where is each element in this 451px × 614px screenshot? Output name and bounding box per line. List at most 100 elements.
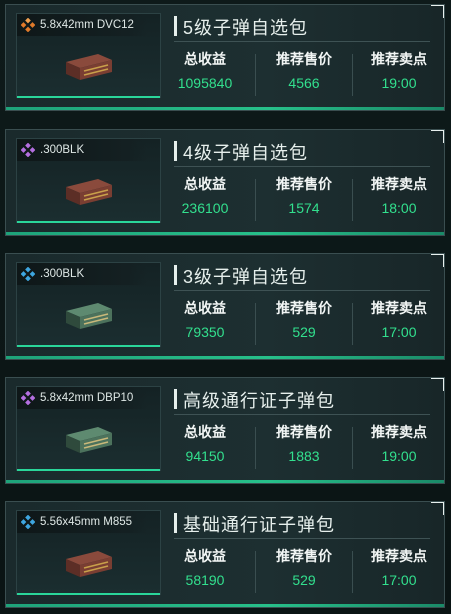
total-profit-label: 总收益 xyxy=(184,424,226,440)
recommended-price-label: 推荐售价 xyxy=(276,548,332,564)
corner-bracket xyxy=(431,5,444,18)
recommended-sell-point-value: 19:00 xyxy=(381,75,417,91)
corner-bracket xyxy=(431,130,444,143)
title-accent-bar xyxy=(174,389,177,409)
total-profit-label: 总收益 xyxy=(184,51,226,67)
recommended-sell-point-stat: 推荐卖点 19:00 xyxy=(353,49,444,91)
purple-rarity-icon xyxy=(21,391,35,405)
recommended-price-stat: 推荐售价 529 xyxy=(258,546,350,588)
gold-rarity-icon xyxy=(21,18,35,32)
title-divider xyxy=(174,41,430,42)
total-profit-value: 79350 xyxy=(185,324,225,340)
corner-bracket xyxy=(431,502,444,515)
pack-title: 基础通行证子弹包 xyxy=(183,515,335,535)
total-profit-stat: 总收益 79350 xyxy=(159,298,251,340)
title-divider xyxy=(174,290,430,291)
stat-separator xyxy=(255,551,256,593)
recommended-price-label: 推荐售价 xyxy=(276,176,332,192)
title-divider xyxy=(174,414,430,415)
recommended-price-stat: 推荐售价 529 xyxy=(258,298,350,340)
recommended-sell-point-label: 推荐卖点 xyxy=(371,300,427,316)
recommended-sell-point-value: 17:00 xyxy=(381,324,417,340)
total-profit-value: 94150 xyxy=(185,448,225,464)
pack-title: 高级通行证子弹包 xyxy=(183,391,335,411)
recommended-sell-point-label: 推荐卖点 xyxy=(371,424,427,440)
ammo-box-icon xyxy=(66,179,112,205)
caliber-tag: 5.56x45mm M855 xyxy=(17,511,147,533)
ammo-pack-card[interactable]: .300BLK 3级子弹自选包 总收益 79350 推荐售价 529 推荐卖点 … xyxy=(5,253,445,360)
recommended-price-value: 4566 xyxy=(288,75,320,91)
ammo-pack-card[interactable]: .300BLK 4级子弹自选包 总收益 236100 推荐售价 1574 推荐卖… xyxy=(5,129,445,236)
title-divider xyxy=(174,166,430,167)
caliber-tag: .300BLK xyxy=(17,139,147,161)
stat-separator xyxy=(255,179,256,221)
ammo-pack-card[interactable]: 5.56x45mm M855 基础通行证子弹包 总收益 58190 推荐售价 5… xyxy=(5,501,445,608)
recommended-sell-point-stat: 推荐卖点 17:00 xyxy=(353,546,444,588)
caliber-label: 5.56x45mm M855 xyxy=(40,516,133,528)
caliber-label: .300BLK xyxy=(40,144,85,156)
caliber-label: .300BLK xyxy=(40,268,85,280)
recommended-price-label: 推荐售价 xyxy=(276,300,332,316)
title-divider xyxy=(174,538,430,539)
purple-rarity-icon xyxy=(21,143,35,157)
total-profit-stat: 总收益 1095840 xyxy=(159,49,251,91)
caliber-label: 5.8x42mm DVC12 xyxy=(40,19,134,31)
total-profit-value: 58190 xyxy=(185,572,225,588)
item-panel[interactable]: .300BLK xyxy=(16,138,161,223)
total-profit-stat: 总收益 58190 xyxy=(159,546,251,588)
recommended-sell-point-value: 19:00 xyxy=(381,448,417,464)
corner-bracket xyxy=(431,254,444,267)
recommended-sell-point-label: 推荐卖点 xyxy=(371,176,427,192)
recommended-sell-point-stat: 推荐卖点 17:00 xyxy=(353,298,444,340)
blue-rarity-icon xyxy=(21,515,35,529)
item-panel[interactable]: 5.8x42mm DVC12 xyxy=(16,13,161,98)
total-profit-stat: 总收益 236100 xyxy=(159,174,251,216)
ammo-box-icon xyxy=(66,54,112,80)
ammo-pack-card[interactable]: 5.8x42mm DVC12 5级子弹自选包 总收益 1095840 推荐售价 … xyxy=(5,4,445,111)
title-accent-bar xyxy=(174,16,177,36)
recommended-sell-point-value: 17:00 xyxy=(381,572,417,588)
recommended-price-label: 推荐售价 xyxy=(276,51,332,67)
ammo-box-icon xyxy=(66,427,112,453)
total-profit-value: 1095840 xyxy=(177,75,233,91)
title-accent-bar xyxy=(174,513,177,533)
total-profit-label: 总收益 xyxy=(184,548,226,564)
corner-bracket xyxy=(431,378,444,391)
total-profit-stat: 总收益 94150 xyxy=(159,422,251,464)
pack-title: 4级子弹自选包 xyxy=(183,143,309,163)
item-panel[interactable]: .300BLK xyxy=(16,262,161,347)
recommended-sell-point-label: 推荐卖点 xyxy=(371,548,427,564)
recommended-price-value: 1574 xyxy=(288,200,320,216)
total-profit-label: 总收益 xyxy=(184,176,226,192)
recommended-sell-point-stat: 推荐卖点 18:00 xyxy=(353,174,444,216)
stat-separator xyxy=(255,303,256,345)
item-panel[interactable]: 5.8x42mm DBP10 xyxy=(16,386,161,471)
recommended-price-value: 1883 xyxy=(288,448,320,464)
recommended-price-label: 推荐售价 xyxy=(276,424,332,440)
stat-separator xyxy=(255,54,256,96)
ammo-pack-card[interactable]: 5.8x42mm DBP10 高级通行证子弹包 总收益 94150 推荐售价 1… xyxy=(5,377,445,484)
recommended-price-value: 529 xyxy=(292,324,316,340)
caliber-tag: 5.8x42mm DBP10 xyxy=(17,387,147,409)
total-profit-value: 236100 xyxy=(181,200,229,216)
pack-title: 5级子弹自选包 xyxy=(183,18,309,38)
recommended-price-stat: 推荐售价 4566 xyxy=(258,49,350,91)
title-accent-bar xyxy=(174,265,177,285)
ammo-box-icon xyxy=(66,303,112,329)
caliber-label: 5.8x42mm DBP10 xyxy=(40,392,134,404)
pack-title: 3级子弹自选包 xyxy=(183,267,309,287)
caliber-tag: .300BLK xyxy=(17,263,147,285)
item-panel[interactable]: 5.56x45mm M855 xyxy=(16,510,161,595)
blue-rarity-icon xyxy=(21,267,35,281)
recommended-sell-point-value: 18:00 xyxy=(381,200,417,216)
recommended-price-stat: 推荐售价 1574 xyxy=(258,174,350,216)
recommended-price-stat: 推荐售价 1883 xyxy=(258,422,350,464)
recommended-sell-point-label: 推荐卖点 xyxy=(371,51,427,67)
total-profit-label: 总收益 xyxy=(184,300,226,316)
stat-separator xyxy=(255,427,256,469)
ammo-box-icon xyxy=(66,551,112,577)
recommended-price-value: 529 xyxy=(292,572,316,588)
title-accent-bar xyxy=(174,141,177,161)
caliber-tag: 5.8x42mm DVC12 xyxy=(17,14,147,36)
recommended-sell-point-stat: 推荐卖点 19:00 xyxy=(353,422,444,464)
